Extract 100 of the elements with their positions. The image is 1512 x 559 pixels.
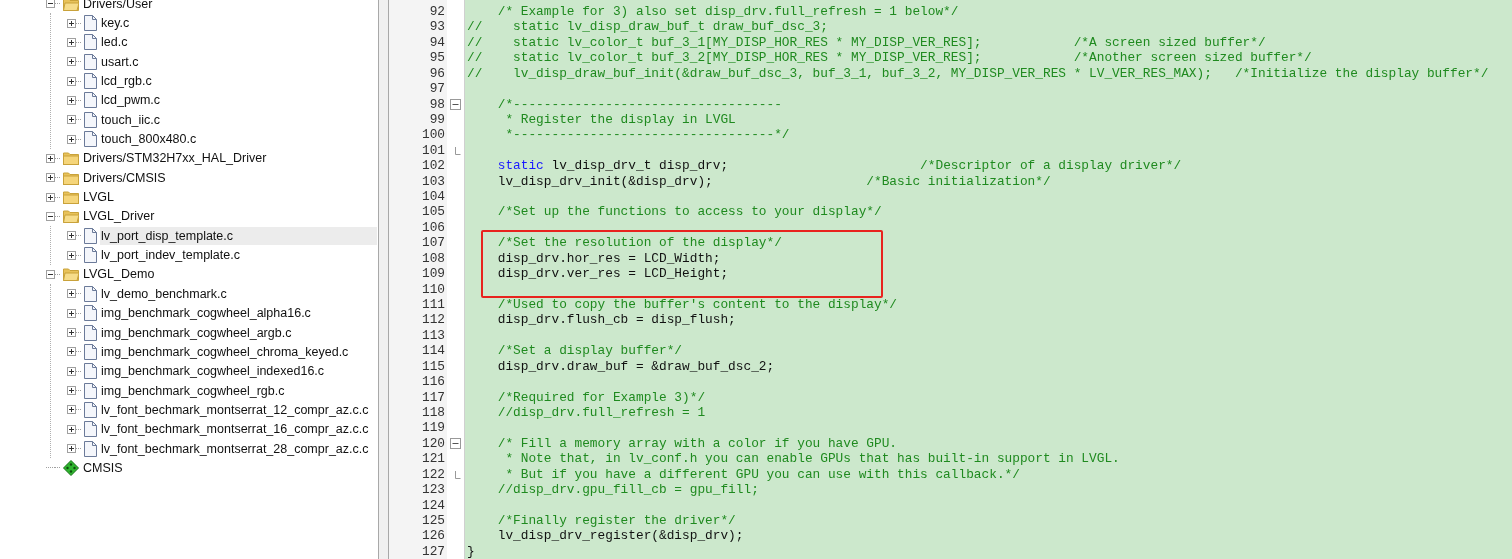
tree-item[interactable]: LVGL_Driver [82, 207, 163, 226]
collapse-toggle[interactable] [46, 270, 55, 279]
line-number: 118 [421, 404, 445, 421]
line-number: 104 [421, 189, 445, 205]
line-number: 120 [421, 435, 445, 452]
line-number: 123 [421, 482, 445, 498]
diamond-icon [63, 459, 79, 476]
expand-toggle[interactable] [67, 57, 76, 67]
line-number: 127 [421, 543, 445, 559]
expand-toggle[interactable] [67, 95, 76, 105]
code-comment: /*Used to copy the buffer's content to the display*/ [496, 297, 898, 313]
code-comment: /*Descriptor of a display driver*/ [920, 158, 1182, 174]
expand-toggle[interactable] [67, 115, 76, 125]
file-icon [84, 15, 97, 31]
expand-toggle[interactable] [67, 37, 76, 47]
line-number: 103 [421, 173, 445, 190]
code-comment: // lv_disp_draw_buf_init(&draw_buf_dsc_3, buf_3_1, buf_3_2, MY_DISP_VER_RES * LV_VER_RES_MAX); /*Initialize the display buffer*/ [467, 65, 1489, 82]
line-number: 115 [421, 358, 445, 375]
tree-item[interactable]: CMSIS [82, 458, 131, 477]
tree-item[interactable]: lcd_pwm.c [100, 91, 169, 110]
code-comment: //disp_drv.gpu_fill_cb = gpu_fill; [496, 482, 759, 498]
code-comment: *----------------------------------*/ [504, 127, 790, 143]
code-text: disp_drv.hor_res = LCD_Width; [496, 250, 721, 267]
code-text: lv_disp_drv_init(&disp_drv); [496, 173, 714, 190]
tree-item[interactable]: lv_font_bechmark_montserrat_28_compr_az.c.c [100, 439, 377, 458]
tree-item[interactable]: usart.c [100, 52, 147, 71]
file-icon [84, 382, 97, 399]
tree-item[interactable]: key.c [100, 14, 138, 32]
line-number: 113 [421, 327, 445, 344]
code-comment: // static lv_color_t buf_3_1[MY_DISP_HOR_RES * MY_DISP_VER_RES]; /*A screen sized buffer*/ [467, 34, 1266, 51]
line-number: 108 [421, 250, 445, 267]
expand-toggle[interactable] [67, 366, 76, 376]
expand-toggle[interactable] [67, 328, 76, 337]
tree-item[interactable]: lv_font_bechmark_montserrat_12_compr_az.c.c [100, 400, 377, 419]
expand-toggle[interactable] [67, 347, 76, 357]
expand-toggle[interactable] [67, 134, 76, 144]
expand-toggle[interactable] [46, 153, 55, 163]
line-number: 122 [421, 466, 445, 483]
tree-item[interactable]: Drivers/CMSIS [82, 168, 174, 187]
folder-icon [63, 190, 79, 205]
tree-item[interactable]: LVGL_Demo [82, 265, 163, 284]
expand-toggle[interactable] [67, 76, 76, 86]
tree-item[interactable]: img_benchmark_cogwheel_chroma_keyed.c [100, 342, 357, 361]
tree-item[interactable]: img_benchmark_cogwheel_indexed16.c [100, 362, 333, 381]
line-number: 107 [421, 235, 445, 251]
code-comment: * Register the display in LVGL [504, 111, 736, 128]
code-comment: /*Required for Example 3)*/ [496, 389, 706, 405]
tree-item[interactable]: Drivers/STM32H7xx_HAL_Driver [82, 149, 275, 168]
tree-item[interactable]: lv_font_bechmark_montserrat_16_compr_az.c.c [100, 420, 377, 439]
collapse-toggle[interactable] [46, 211, 55, 221]
fold-toggle[interactable] [450, 437, 461, 449]
open-folder-icon [63, 267, 79, 282]
code-text: } [467, 543, 475, 559]
file-icon [84, 111, 97, 128]
file-icon [84, 401, 97, 418]
code-comment: //disp_drv.full_refresh = 1 [496, 404, 706, 421]
line-number: 100 [421, 127, 445, 143]
tree-item[interactable]: lv_port_disp_template.c [100, 226, 377, 245]
expand-toggle[interactable] [67, 308, 76, 318]
expand-toggle[interactable] [46, 173, 55, 183]
line-number: 92 [429, 4, 445, 20]
expand-toggle[interactable] [67, 18, 76, 28]
expand-toggle[interactable] [67, 444, 76, 454]
tree-item[interactable]: led.c [100, 33, 136, 52]
expand-toggle[interactable] [46, 192, 55, 202]
code-text: lv_disp_drv_t disp_drv; [550, 158, 730, 174]
expand-toggle[interactable] [67, 231, 76, 241]
tree-item[interactable]: img_benchmark_cogwheel_alpha16.c [100, 304, 319, 323]
expand-toggle[interactable] [67, 386, 76, 396]
code-text: disp_drv.flush_cb = disp_flush; [496, 312, 736, 328]
tree-item[interactable]: lcd_rgb.c [100, 72, 160, 91]
expand-toggle[interactable] [67, 289, 76, 299]
code-comment: // static lv_color_t buf_3_2[MY_DISP_HOR_RES * MY_DISP_VER_RES]; /*Another screen sized buffer*/ [467, 50, 1312, 66]
code-comment: /*Set up the functions to access to your display*/ [496, 204, 882, 220]
file-icon [84, 227, 97, 244]
expand-toggle[interactable] [67, 424, 76, 434]
line-number: 109 [421, 266, 445, 282]
tree-item[interactable]: LVGL [82, 188, 123, 207]
line-number: 125 [421, 512, 445, 529]
file-icon [84, 305, 97, 322]
tree-item[interactable]: lv_demo_benchmark.c [100, 284, 235, 303]
line-number: 110 [421, 281, 445, 297]
tree-item[interactable]: touch_iic.c [100, 110, 169, 129]
code-keyword: static [496, 158, 544, 174]
code-comment: /* Fill a memory array with a color if you have GPU. [496, 435, 898, 452]
collapse-toggle[interactable] [46, 0, 55, 9]
tree-item[interactable]: img_benchmark_cogwheel_argb.c [100, 323, 300, 342]
fold-toggle[interactable] [450, 98, 461, 110]
file-icon [84, 343, 97, 360]
line-number: 93 [429, 19, 445, 35]
expand-toggle[interactable] [67, 405, 76, 415]
tree-item[interactable]: lv_port_indev_template.c [100, 246, 248, 265]
code-comment: /*Finally register the driver*/ [496, 512, 736, 529]
open-folder-icon [63, 0, 79, 11]
file-icon [84, 34, 97, 51]
line-number: 106 [421, 219, 445, 236]
line-number: 116 [421, 374, 445, 390]
tree-item[interactable]: img_benchmark_cogwheel_rgb.c [100, 381, 293, 400]
expand-toggle[interactable] [67, 250, 76, 260]
tree-item[interactable]: touch_800x480.c [100, 130, 205, 149]
